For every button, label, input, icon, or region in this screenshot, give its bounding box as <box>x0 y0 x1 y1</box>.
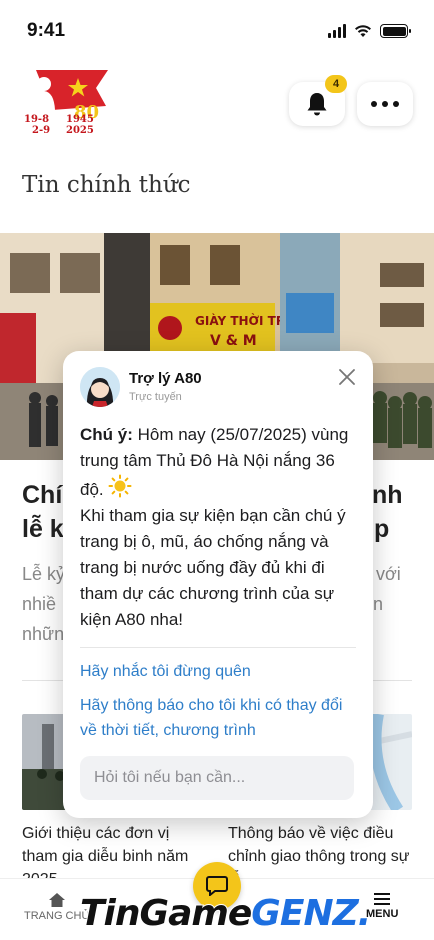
logo-date-top: 19-8 <box>24 114 50 125</box>
assistant-popup: Trợ lý A80 Trực tuyến Chú ý: Hôm nay (25… <box>63 351 373 818</box>
assistant-message: Chú ý: Hôm nay (25/07/2025) vùng trung t… <box>80 422 356 633</box>
svg-text:V & M: V & M <box>210 333 257 349</box>
message-label: Chú ý: <box>80 425 133 444</box>
article-excerpt-left-1: Lễ kỷ <box>22 564 66 584</box>
article-title-right-2[interactable]: p <box>374 512 389 546</box>
status-bar: 9:41 <box>0 0 434 60</box>
article-title-right-1[interactable]: nh <box>372 478 403 512</box>
article-excerpt-left-3: nhữn <box>22 624 65 644</box>
article-excerpt-right-2: n <box>373 594 384 614</box>
logo-year-end: 2025 <box>66 125 94 136</box>
article-title-left-1[interactable]: Chí <box>22 478 62 512</box>
more-options-button[interactable] <box>357 82 413 126</box>
assistant-name: Trợ lý A80 <box>129 370 202 387</box>
status-icons <box>328 24 411 38</box>
status-time: 9:41 <box>27 20 66 41</box>
article-excerpt-right-1: với <box>376 564 401 584</box>
logo-year-start: 1945 <box>66 114 94 125</box>
bell-icon <box>307 93 327 116</box>
notification-count-badge: 4 <box>325 75 347 93</box>
wifi-icon <box>355 25 371 37</box>
nav-menu-label: MENU <box>366 908 399 920</box>
close-popup-button[interactable] <box>337 367 357 387</box>
assistant-avatar <box>80 367 120 407</box>
battery-icon <box>380 24 411 38</box>
a80-logo[interactable]: 80 19-8 2-9 1945 2025 <box>22 66 112 138</box>
ask-assistant-input[interactable] <box>80 756 354 800</box>
cellular-signal-icon <box>328 24 346 38</box>
assistant-status: Trực tuyến <box>129 391 182 403</box>
message-advice-text: Khi tham gia sự kiện bạn cần chú ý trang… <box>80 506 346 629</box>
watermark-text-2: GENZ. <box>250 892 372 935</box>
close-icon <box>339 369 355 385</box>
home-icon <box>48 893 65 907</box>
sun-icon <box>108 474 132 498</box>
popup-divider <box>80 647 356 648</box>
watermark-logo: TinGame GENZ. <box>79 890 372 936</box>
suggestion-notify-changes[interactable]: Hãy thông báo cho tôi khi có thay đổi về… <box>80 693 356 743</box>
article-excerpt-left-2: nhiề <box>22 594 57 614</box>
hamburger-menu-icon <box>374 893 391 905</box>
logo-date-bottom: 2-9 <box>32 125 51 136</box>
suggestion-remind-me[interactable]: Hãy nhắc tôi đừng quên <box>80 659 356 684</box>
article-title-left-2[interactable]: lễ k <box>22 512 64 546</box>
nav-menu[interactable]: MENU <box>366 893 398 920</box>
watermark-text-1: TinGame <box>79 892 253 935</box>
notifications-button[interactable]: 4 <box>289 75 347 126</box>
more-dots-icon <box>371 101 399 107</box>
section-title: Tin chính thức <box>22 172 191 198</box>
